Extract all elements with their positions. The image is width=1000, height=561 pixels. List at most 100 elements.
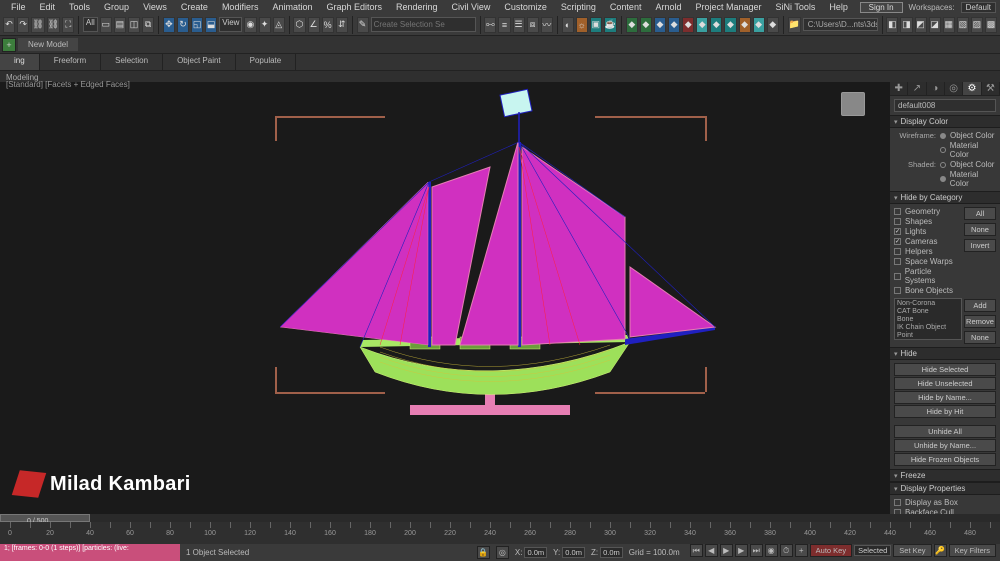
freeze-header[interactable]: Freeze	[890, 469, 1000, 482]
autokey-button[interactable]: Auto Key	[810, 544, 852, 557]
modify-tab[interactable]: ↗	[908, 82, 926, 95]
menu-help[interactable]: Help	[822, 2, 855, 12]
goto-start-button[interactable]: ⏮	[690, 544, 703, 557]
add-time-button[interactable]: +	[795, 544, 808, 557]
selection-set-input[interactable]	[371, 17, 476, 32]
select-name-button[interactable]: ▤	[114, 17, 126, 33]
scene-tab[interactable]: New Model	[18, 38, 78, 51]
menu-file[interactable]: File	[4, 2, 33, 12]
menu-views[interactable]: Views	[136, 2, 174, 12]
scale-button[interactable]: ◱	[191, 17, 203, 33]
hc-all-button[interactable]: All	[964, 207, 996, 220]
keyfilters-button[interactable]: Key Filters	[949, 544, 996, 557]
dispprops-header[interactable]: Display Properties	[890, 482, 1000, 495]
pivot-button[interactable]: ◉	[244, 17, 256, 33]
schematic-button[interactable]: ⧈	[527, 17, 539, 33]
unlink-button[interactable]: ⛓	[47, 17, 60, 33]
mirror-button[interactable]: ⧟	[484, 17, 496, 33]
misc-btn-6[interactable]: ▧	[957, 17, 969, 33]
hc-check-7[interactable]	[894, 287, 901, 294]
time-slider-thumb[interactable]: 0 / 500	[0, 514, 90, 522]
misc-btn-7[interactable]: ▨	[971, 17, 983, 33]
sini-button-2[interactable]: ◆	[710, 17, 722, 33]
ribbon-tab-freeform[interactable]: Freeform	[40, 54, 101, 70]
sini-button-6[interactable]: ◆	[767, 17, 779, 33]
misc-btn-5[interactable]: ▦	[943, 17, 955, 33]
hide-btn-1[interactable]: Hide Unselected	[894, 377, 996, 390]
hide-header[interactable]: Hide	[890, 347, 1000, 360]
misc-btn-2[interactable]: ◨	[900, 17, 912, 33]
hide-btn-0[interactable]: Hide Selected	[894, 363, 996, 376]
render-setup-button[interactable]: ☼	[576, 17, 588, 33]
viewport[interactable]: [Standard] [Facets + Edged Faces]	[0, 82, 890, 514]
hc-check-2[interactable]	[894, 228, 901, 235]
selection-filter-dropdown[interactable]: All	[83, 17, 98, 32]
pm-button-5[interactable]: ◆	[682, 17, 694, 33]
sini-button-1[interactable]: ◆	[696, 17, 708, 33]
ribbon-tab-modeling[interactable]: ing	[0, 54, 40, 70]
shaded-mat-radio[interactable]	[940, 176, 946, 182]
misc-btn-4[interactable]: ◪	[929, 17, 941, 33]
maxscript-listener[interactable]: 1; [frames: 0-0 (1 steps)] [particles: (…	[0, 544, 180, 561]
menu-grapheditors[interactable]: Graph Editors	[319, 2, 389, 12]
snap-button[interactable]: ⬡	[293, 17, 305, 33]
display-color-header[interactable]: Display Color	[890, 115, 1000, 128]
menu-content[interactable]: Content	[603, 2, 649, 12]
curve-editor-button[interactable]: 〰	[541, 17, 553, 33]
create-tab[interactable]: ✚	[890, 82, 908, 95]
object-name-field[interactable]: default008	[894, 99, 996, 112]
coord-sys-dropdown[interactable]: View	[219, 17, 242, 32]
menu-arnold[interactable]: Arnold	[648, 2, 688, 12]
window-crossing-button[interactable]: ⧉	[142, 17, 154, 33]
menu-scripting[interactable]: Scripting	[554, 2, 603, 12]
sini-button-3[interactable]: ◆	[724, 17, 736, 33]
misc-btn-1[interactable]: ◧	[886, 17, 898, 33]
time-config-button[interactable]: ⏱	[780, 544, 793, 557]
sini-button-5[interactable]: ◆	[753, 17, 765, 33]
menu-create[interactable]: Create	[174, 2, 215, 12]
menu-animation[interactable]: Animation	[265, 2, 319, 12]
display-as-box-check[interactable]	[894, 499, 901, 506]
hc-none2-button[interactable]: None	[964, 331, 996, 344]
menu-projectmanager[interactable]: Project Manager	[688, 2, 768, 12]
menu-sinitools[interactable]: SiNi Tools	[769, 2, 823, 12]
hc-check-4[interactable]	[894, 248, 901, 255]
angle-snap-button[interactable]: ∠	[308, 17, 320, 33]
redo-button[interactable]: ↷	[17, 17, 29, 33]
move-button[interactable]: ✥	[163, 17, 175, 33]
menu-customize[interactable]: Customize	[497, 2, 554, 12]
ribbon-tab-selection[interactable]: Selection	[101, 54, 163, 70]
editnamed-button[interactable]: ✎	[357, 17, 369, 33]
project-folder-button[interactable]: 📁	[788, 17, 801, 33]
percent-snap-button[interactable]: %	[322, 17, 334, 33]
key-icon-button[interactable]: 🔑	[934, 544, 947, 557]
ribbon-tab-populate[interactable]: Populate	[236, 54, 297, 70]
render-frame-button[interactable]: ▣	[590, 17, 602, 33]
hc-invert-button[interactable]: Invert	[964, 239, 996, 252]
pm-button-1[interactable]: ◆	[626, 17, 638, 33]
ship-model[interactable]	[280, 87, 720, 417]
hc-check-6[interactable]	[894, 273, 901, 280]
lock-selection-button[interactable]: 🔒	[477, 546, 490, 559]
misc-btn-8[interactable]: ▩	[985, 17, 997, 33]
ribbon-tab-objectpaint[interactable]: Object Paint	[163, 54, 236, 70]
menu-civilview[interactable]: Civil View	[445, 2, 498, 12]
hide-btn-4[interactable]: Unhide All	[894, 425, 996, 438]
prev-frame-button[interactable]: ◀	[705, 544, 718, 557]
align-button[interactable]: ≡	[498, 17, 510, 33]
hide-category-header[interactable]: Hide by Category	[890, 191, 1000, 204]
utilities-tab[interactable]: ⚒	[982, 82, 1000, 95]
hide-btn-5[interactable]: Unhide by Name...	[894, 439, 996, 452]
menu-modifiers[interactable]: Modifiers	[215, 2, 266, 12]
viewport-label[interactable]: [Standard] [Facets + Edged Faces]	[6, 80, 130, 89]
workspaces-dropdown[interactable]: Default	[961, 2, 996, 13]
layers-button[interactable]: ☰	[513, 17, 525, 33]
menu-tools[interactable]: Tools	[62, 2, 97, 12]
misc-btn-3[interactable]: ◩	[915, 17, 927, 33]
pm-button-3[interactable]: ◆	[654, 17, 666, 33]
display-tab[interactable]: ⚙	[963, 82, 981, 95]
pm-button-4[interactable]: ◆	[668, 17, 680, 33]
viewcube[interactable]	[841, 92, 865, 116]
keymode-button[interactable]: ◉	[765, 544, 778, 557]
play-button[interactable]: ▶	[720, 544, 733, 557]
